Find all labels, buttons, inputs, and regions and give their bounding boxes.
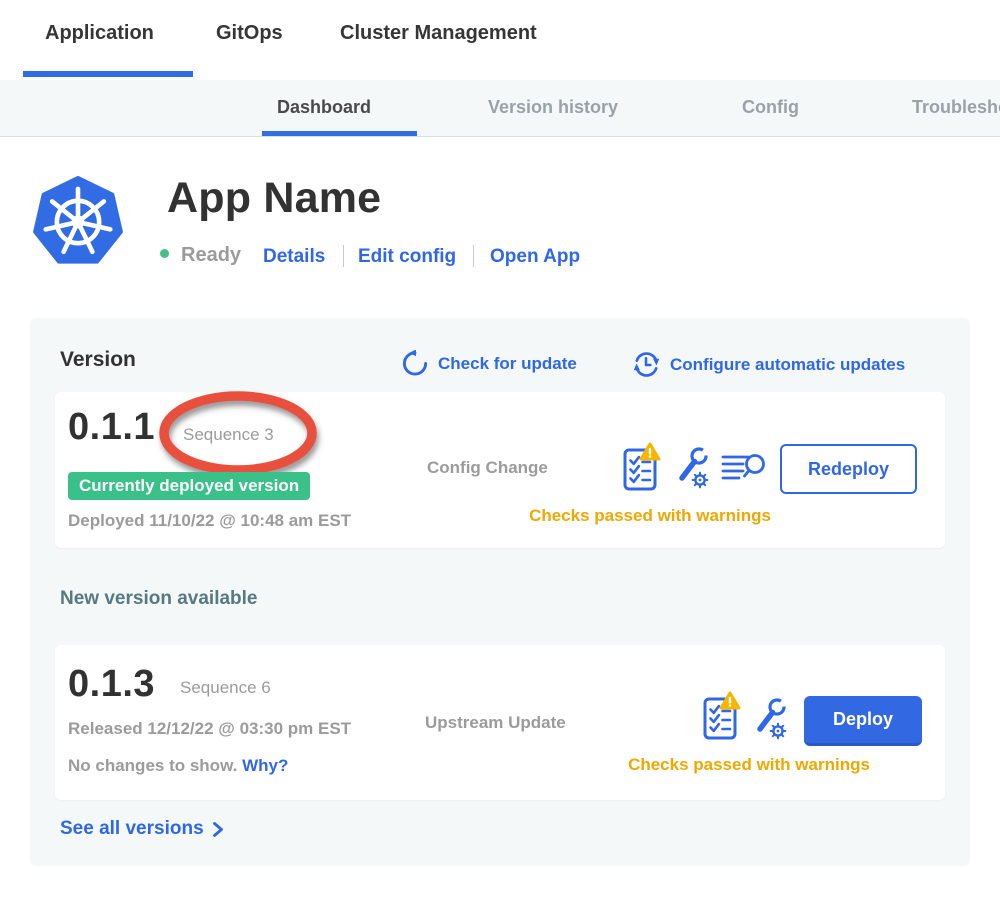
refresh-icon: [402, 350, 429, 377]
open-app-link[interactable]: Open App: [490, 246, 580, 268]
edit-config-link[interactable]: Edit config: [358, 246, 456, 268]
ready-status-dot-icon: [160, 249, 169, 258]
new-version-sequence: Sequence 6: [180, 678, 271, 698]
version-source-label: Config Change: [427, 458, 548, 478]
current-version-sequence: Sequence 3: [183, 425, 274, 445]
active-tab-underline: [262, 131, 417, 136]
version-section-title: Version: [60, 348, 136, 372]
configure-automatic-updates-link[interactable]: Configure automatic updates: [632, 350, 905, 379]
details-link[interactable]: Details: [263, 246, 325, 268]
why-link[interactable]: Why?: [242, 756, 288, 775]
divider: [343, 245, 344, 267]
tab-version-history[interactable]: Version history: [488, 97, 618, 118]
current-version-number: 0.1.1: [68, 406, 155, 449]
preflight-checks-icon[interactable]: [623, 441, 661, 491]
currently-deployed-badge: Currently deployed version: [68, 472, 310, 500]
no-changes-text: No changes to show. Why?: [68, 756, 288, 776]
auto-update-clock-icon: [632, 350, 661, 379]
app-tab-bar: Dashboard Version history Config Trouble…: [0, 80, 1000, 137]
divider: [473, 245, 474, 267]
new-version-card: 0.1.3 Sequence 6 Released 12/12/22 @ 03:…: [55, 645, 945, 800]
tab-troubleshoot[interactable]: Troubleshoot: [912, 97, 1000, 118]
version-panel: Version Check for update Configure autom…: [30, 318, 970, 866]
new-version-number: 0.1.3: [68, 663, 155, 706]
deploy-button[interactable]: Deploy: [804, 696, 922, 746]
deployed-timestamp: Deployed 11/10/22 @ 10:48 am EST: [68, 511, 351, 531]
tab-config[interactable]: Config: [742, 97, 799, 118]
checks-status-text: Checks passed with warnings: [495, 506, 805, 526]
view-files-icon[interactable]: [721, 453, 766, 481]
edit-config-wrench-icon[interactable]: [753, 697, 791, 740]
version-source-label: Upstream Update: [425, 713, 566, 733]
new-version-heading: New version available: [60, 588, 258, 610]
nav-item-gitops[interactable]: GitOps: [216, 22, 283, 45]
tab-dashboard[interactable]: Dashboard: [277, 97, 371, 118]
kubernetes-logo-icon: [32, 172, 124, 272]
check-for-update-link[interactable]: Check for update: [402, 350, 577, 377]
redeploy-button[interactable]: Redeploy: [780, 444, 917, 494]
nav-item-cluster-management[interactable]: Cluster Management: [340, 22, 537, 45]
chevron-right-icon: [212, 821, 224, 838]
released-timestamp: Released 12/12/22 @ 03:30 pm EST: [68, 719, 351, 739]
nav-item-application[interactable]: Application: [45, 22, 154, 45]
active-nav-underline: [23, 71, 193, 77]
app-status-text: Ready: [181, 244, 241, 267]
checks-status-text: Checks passed with warnings: [594, 755, 904, 775]
top-navigation: Application GitOps Cluster Management: [0, 0, 1000, 80]
page-title: App Name: [167, 174, 381, 223]
current-version-card: 0.1.1 Sequence 3 Currently deployed vers…: [55, 392, 945, 548]
see-all-versions-link[interactable]: See all versions: [60, 818, 224, 840]
edit-config-wrench-icon[interactable]: [675, 446, 713, 489]
preflight-checks-icon[interactable]: [703, 690, 741, 740]
